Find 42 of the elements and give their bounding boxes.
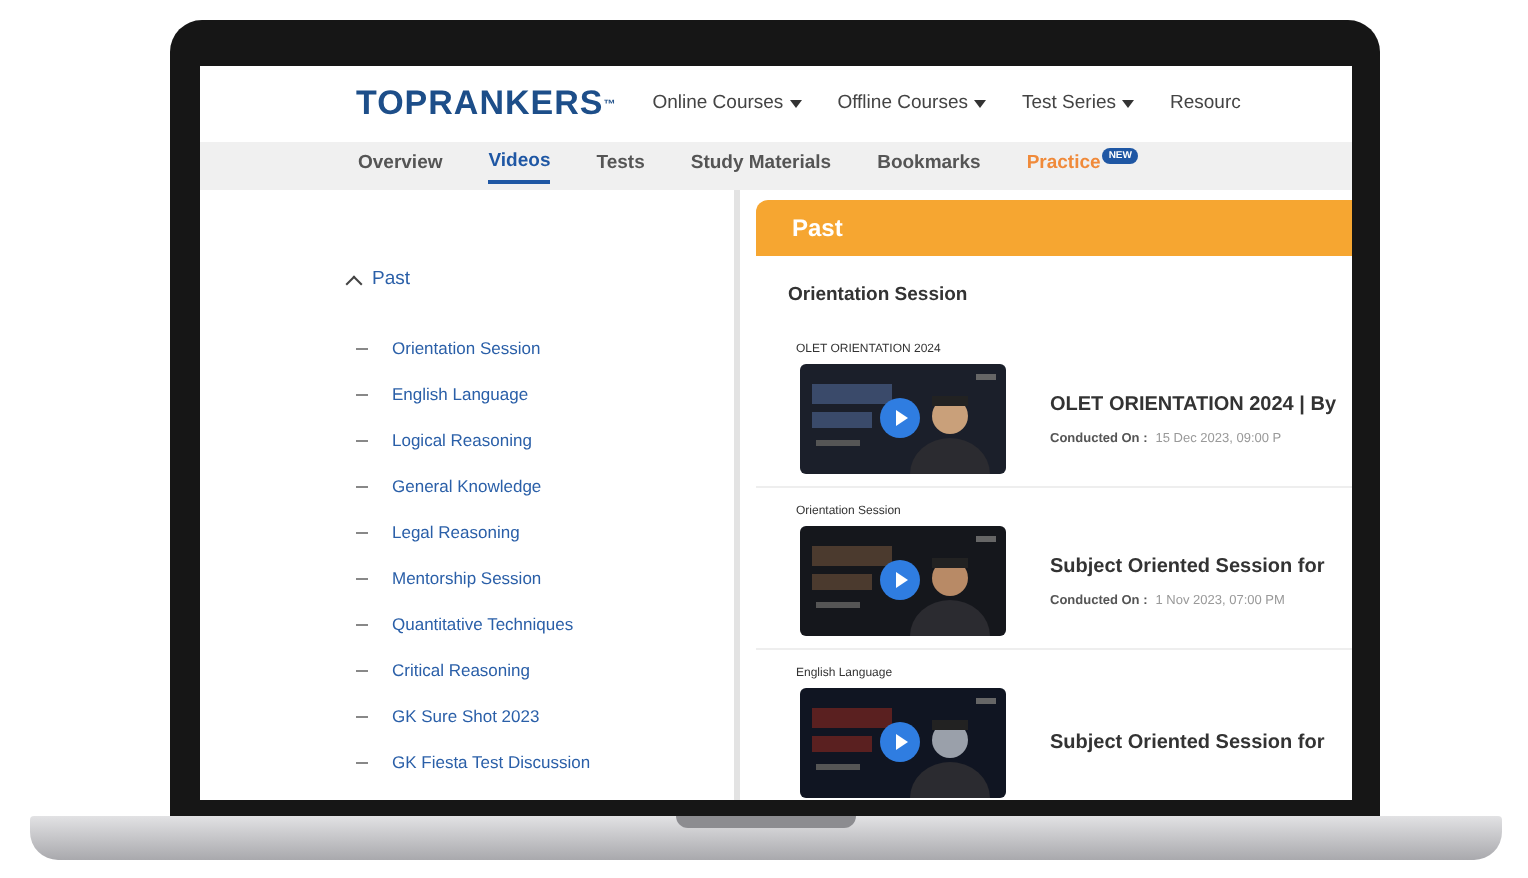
sidebar-item[interactable]: Legal Reasoning [392, 520, 520, 547]
tab[interactable]: Bookmarks [877, 150, 981, 182]
play-icon[interactable] [880, 722, 920, 763]
dash-icon [356, 578, 368, 581]
sidebar-item[interactable]: Mentorship Session [392, 566, 542, 593]
logo[interactable]: TOPRANKERS$^{™}$ [356, 78, 617, 130]
sidebar-group[interactable]: Past [348, 266, 734, 295]
dash-icon [356, 348, 368, 351]
sidebar-item[interactable]: GK Fiesta Test Discussion [392, 750, 591, 777]
nav-link[interactable]: Resourc [1170, 89, 1241, 119]
section-title: Orientation Session [786, 282, 970, 310]
dash-icon [356, 532, 368, 535]
sidebar-item[interactable]: GK Sure Shot 2023 [392, 704, 540, 731]
caret-icon [974, 100, 986, 108]
dash-icon [356, 716, 368, 719]
dash-icon [356, 440, 368, 443]
dash-icon [356, 670, 368, 673]
dash-icon [356, 394, 368, 397]
sidebar-item[interactable]: General Knowledge [392, 474, 542, 501]
dash-icon [356, 486, 368, 489]
dash-icon [356, 624, 368, 627]
video-title[interactable]: Subject Oriented Session for [1050, 551, 1325, 582]
nav-link[interactable]: Online Courses [652, 89, 802, 119]
dash-icon [356, 762, 368, 765]
tab[interactable]: Videos [488, 148, 551, 184]
video-title[interactable]: Subject Oriented Session for [1050, 728, 1325, 759]
sidebar-item[interactable]: English Language [392, 382, 529, 409]
tab[interactable]: Tests [596, 150, 645, 182]
tab[interactable]: Study Materials [690, 150, 832, 182]
nav-link[interactable]: Test Series [1022, 89, 1134, 119]
video-title[interactable]: OLET ORIENTATION 2024 | By [1050, 389, 1337, 420]
tab[interactable]: Overview [358, 150, 443, 182]
caret-icon [789, 100, 802, 108]
caret-icon [1122, 100, 1134, 108]
sidebar-item[interactable]: Critical Reasoning [392, 658, 530, 685]
nav-link[interactable]: Offline Courses [837, 89, 986, 119]
sidebar-item[interactable]: Logical Reasoning [392, 428, 532, 455]
sidebar-item[interactable]: Orientation Session [392, 336, 541, 363]
play-icon[interactable] [880, 398, 920, 439]
sidebar-item[interactable]: Quantitative Techniques [392, 612, 574, 639]
play-icon[interactable] [880, 560, 920, 601]
section-header: Past [756, 200, 1352, 256]
